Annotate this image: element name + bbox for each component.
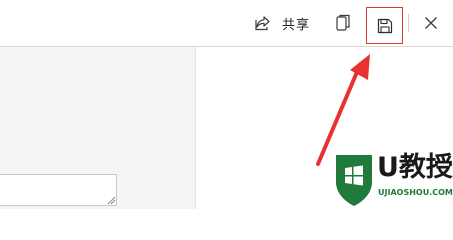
text-area[interactable] — [0, 174, 117, 206]
save-button[interactable] — [366, 7, 403, 44]
top-toolbar: 共享 — [0, 0, 453, 46]
toolbar-separator — [408, 14, 409, 32]
save-icon — [377, 18, 392, 33]
watermark-logo: U教授 UJIAOSHOU.COM — [333, 152, 453, 209]
share-button[interactable]: 共享 — [254, 10, 316, 36]
copy-button[interactable] — [332, 10, 354, 36]
windows-shield-logo-icon — [336, 155, 372, 206]
share-label: 共享 — [282, 17, 311, 33]
resize-grip-icon[interactable] — [106, 195, 116, 205]
watermark-domain: UJIAOSHOU.COM — [378, 188, 453, 197]
copy-icon — [336, 14, 350, 31]
close-icon — [425, 17, 437, 29]
share-icon — [255, 16, 270, 31]
watermark-brand: U教授 — [377, 152, 453, 183]
close-button[interactable] — [420, 10, 442, 36]
